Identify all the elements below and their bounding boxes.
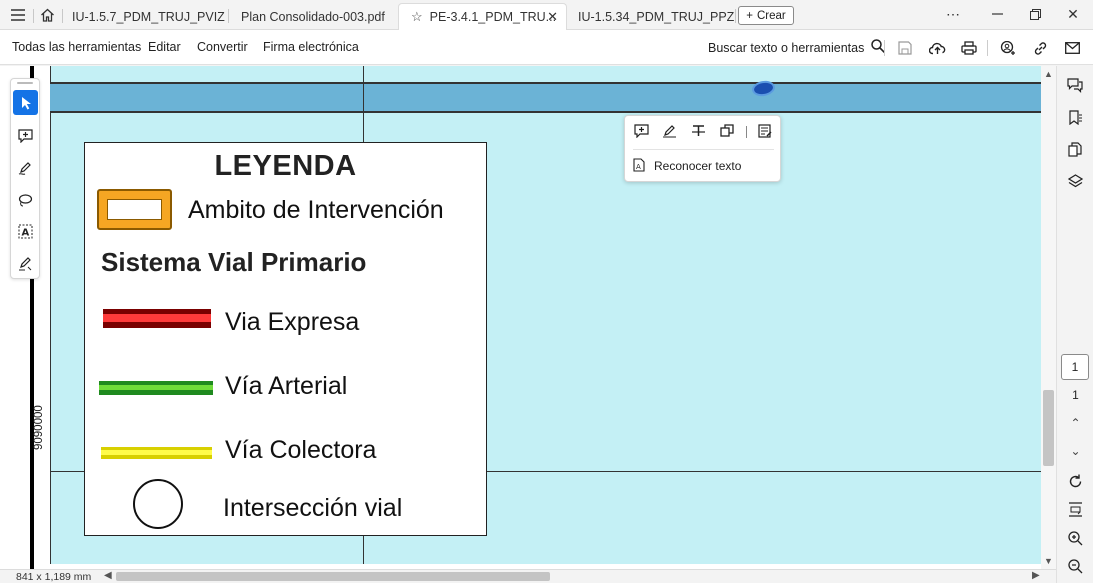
map-frame-line	[50, 66, 51, 569]
legend-symbol-expresa	[103, 309, 211, 328]
right-sidebar: 1 1 ⌃ ⌄	[1056, 66, 1093, 583]
pages-panel-icon[interactable]	[1064, 138, 1086, 160]
legend-title: LEYENDA	[214, 150, 357, 182]
legend-item-colectora: Vía Colectora	[225, 436, 377, 464]
signature-icon[interactable]	[13, 251, 38, 276]
scroll-right-arrow-icon[interactable]: ▶	[1032, 570, 1040, 581]
scroll-down-arrow-icon[interactable]: ▼	[1041, 556, 1056, 568]
tab-label: Plan Consolidado-003.pdf	[241, 9, 385, 24]
next-page-icon[interactable]: ⌄	[1057, 444, 1093, 458]
toolbar-divider	[746, 126, 747, 138]
document-canvas[interactable]: 9090000 LEYENDA Ambito de Intervención S…	[0, 66, 1056, 569]
legend-item-interseccion: Intersección vial	[223, 494, 403, 522]
zoom-in-icon[interactable]	[1064, 527, 1086, 549]
save-icon[interactable]	[895, 38, 915, 58]
status-bar: 841 x 1,189 mm ◀ ▶	[0, 569, 1056, 583]
menu-edit[interactable]: Editar	[148, 40, 181, 54]
text-box-icon[interactable]: A	[13, 219, 38, 244]
tab-iu-1-5-34[interactable]: IU-1.5.34_PDM_TRUJ_PPZ...	[566, 3, 734, 30]
search-label: Buscar texto o herramientas	[708, 40, 865, 55]
create-button[interactable]: + Crear	[738, 6, 794, 25]
menu-all-tools[interactable]: Todas las herramientas	[12, 40, 141, 54]
tab-label: IU-1.5.34_PDM_TRUJ_PPZ...	[578, 9, 734, 24]
plus-icon: +	[746, 9, 753, 22]
toolbar-divider	[884, 40, 885, 56]
tab-label: IU-1.5.7_PDM_TRUJ_PVIZ...	[72, 9, 226, 24]
menu-bar: Todas las herramientas Editar Convertir …	[0, 30, 1093, 65]
legend-symbol-colectora	[101, 447, 212, 459]
legend-item-expresa: Via Expresa	[225, 308, 360, 336]
recognize-text-button[interactable]: A Reconocer texto	[633, 157, 741, 175]
add-comment-icon[interactable]	[13, 123, 38, 148]
highlight-pen-icon[interactable]	[660, 122, 678, 140]
recognize-text-label: Reconocer texto	[654, 159, 742, 173]
svg-text:A: A	[22, 228, 30, 239]
coordinate-label: 9090000	[33, 405, 45, 450]
vertical-scrollbar[interactable]: ▲ ▼	[1041, 66, 1056, 569]
previous-page-icon[interactable]: ⌃	[1057, 416, 1093, 430]
create-button-label: Crear	[756, 9, 786, 22]
scroll-up-arrow-icon[interactable]: ▲	[1041, 69, 1056, 81]
tab-bar: IU-1.5.7_PDM_TRUJ_PVIZ... Plan Consolida…	[0, 0, 1093, 30]
tab-iu-1-5-7[interactable]: IU-1.5.7_PDM_TRUJ_PVIZ...	[60, 3, 226, 30]
toolbar-divider	[633, 149, 774, 150]
ocr-icon: A	[633, 157, 645, 175]
edit-text-icon[interactable]	[756, 122, 774, 140]
scroll-left-arrow-icon[interactable]: ◀	[104, 570, 112, 581]
copy-icon[interactable]	[718, 122, 736, 140]
home-icon[interactable]	[36, 5, 58, 25]
tab-label: PE-3.4.1_PDM_TRU...	[429, 10, 557, 24]
legend-item-ambito: Ambito de Intervención	[188, 196, 444, 224]
link-icon[interactable]	[1030, 38, 1050, 58]
restore-icon[interactable]	[1023, 4, 1047, 24]
legend-item-arterial: Vía Arterial	[225, 372, 348, 400]
search-tools[interactable]: Buscar texto o herramientas	[708, 39, 886, 56]
print-icon[interactable]	[959, 38, 979, 58]
legend-symbol-ambito	[97, 189, 172, 230]
email-icon[interactable]	[1062, 38, 1082, 58]
close-icon[interactable]: ✕	[547, 9, 558, 25]
horizontal-scroll-thumb[interactable]	[116, 572, 550, 581]
pen-draw-icon[interactable]	[13, 155, 38, 180]
share-user-icon[interactable]	[998, 38, 1018, 58]
tab-divider	[33, 9, 34, 23]
tab-pe-3-4-1[interactable]: ☆ PE-3.4.1_PDM_TRU... ✕	[398, 3, 567, 30]
tab-plan-consolidado[interactable]: Plan Consolidado-003.pdf	[229, 3, 397, 30]
rotate-icon[interactable]	[1064, 470, 1086, 492]
quick-actions-toolbar: A Reconocer texto	[624, 115, 781, 182]
menu-convert[interactable]: Convertir	[197, 40, 248, 54]
fit-width-icon[interactable]	[1064, 498, 1086, 520]
add-comment-icon[interactable]	[632, 122, 650, 140]
select-cursor-icon[interactable]	[13, 90, 38, 115]
star-icon[interactable]: ☆	[411, 9, 423, 25]
map-band	[50, 82, 1050, 113]
current-page-input[interactable]: 1	[1061, 354, 1089, 380]
legend-symbol-arterial	[99, 381, 213, 395]
annotation-tools-palette: A	[10, 78, 40, 279]
total-pages: 1	[1072, 388, 1079, 402]
menu-esign[interactable]: Firma electrónica	[263, 40, 359, 54]
comments-panel-icon[interactable]	[1064, 74, 1086, 96]
minimize-icon[interactable]	[985, 4, 1009, 24]
legend-section-title: Sistema Vial Primario	[101, 247, 367, 277]
zoom-out-icon[interactable]	[1064, 555, 1086, 577]
toolbar-divider	[987, 40, 988, 56]
drag-handle-icon[interactable]	[17, 82, 33, 84]
svg-text:A: A	[636, 163, 641, 171]
strikethrough-text-icon[interactable]	[689, 122, 707, 140]
map-legend: LEYENDA Ambito de Intervención Sistema V…	[84, 142, 487, 536]
lasso-icon[interactable]	[13, 187, 38, 212]
vertical-scroll-thumb[interactable]	[1043, 390, 1054, 466]
layers-panel-icon[interactable]	[1064, 170, 1086, 192]
window-close-icon[interactable]: ✕	[1061, 4, 1085, 24]
tab-divider	[735, 9, 736, 23]
hamburger-menu-icon[interactable]	[7, 5, 29, 25]
upload-cloud-icon[interactable]	[927, 38, 947, 58]
more-options-icon[interactable]: ⋯	[941, 4, 965, 24]
legend-symbol-interseccion	[133, 479, 183, 529]
bookmarks-panel-icon[interactable]	[1064, 106, 1086, 128]
page-size-label: 841 x 1,189 mm	[16, 571, 92, 583]
